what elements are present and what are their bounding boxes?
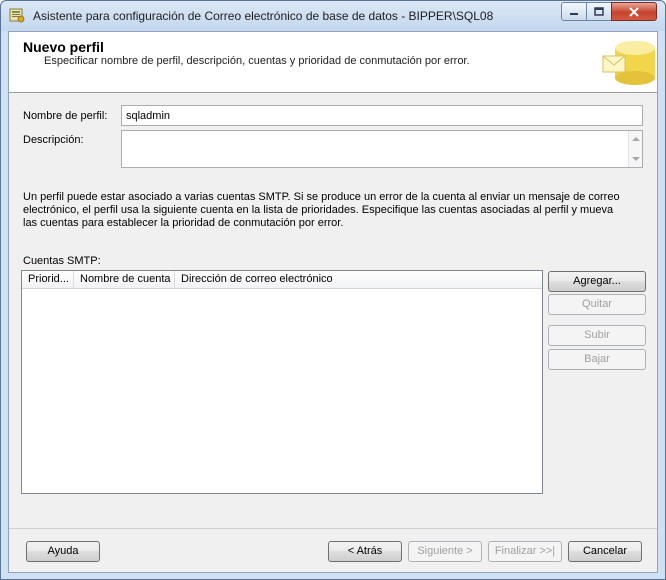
smtp-accounts-list[interactable]: Priorid... Nombre de cuenta Dirección de… (21, 270, 543, 494)
column-account-name[interactable]: Nombre de cuenta (74, 271, 175, 288)
list-header: Priorid... Nombre de cuenta Dirección de… (22, 271, 542, 289)
window-title: Asistente para configuración de Correo e… (33, 9, 494, 23)
maximize-button[interactable] (586, 2, 612, 21)
close-icon (629, 6, 639, 17)
profile-name-input[interactable] (121, 105, 643, 126)
column-priority[interactable]: Priorid... (22, 271, 74, 288)
wizard-window: Asistente para configuración de Correo e… (0, 0, 666, 580)
description-scrollbar[interactable] (628, 131, 642, 167)
wizard-header: Nuevo perfil Especificar nombre de perfi… (9, 32, 657, 93)
finish-button[interactable]: Finalizar >>| (488, 541, 562, 562)
profile-name-label: Nombre de perfil: (23, 110, 108, 122)
maximize-icon (594, 7, 604, 16)
close-button[interactable] (611, 2, 657, 21)
cancel-button[interactable]: Cancelar (568, 541, 642, 562)
title-bar[interactable]: Asistente para configuración de Correo e… (1, 1, 665, 31)
page-subtitle: Especificar nombre de perfil, descripció… (44, 55, 470, 67)
next-button[interactable]: Siguiente > (408, 541, 482, 562)
minimize-button[interactable] (561, 2, 587, 21)
move-up-button[interactable]: Subir (548, 325, 646, 346)
back-button[interactable]: < Atrás (328, 541, 402, 562)
wizard-body: Nuevo perfil Especificar nombre de perfi… (8, 31, 658, 573)
scroll-up-arrow-icon[interactable] (632, 137, 640, 141)
description-input[interactable] (121, 130, 643, 168)
help-button[interactable]: Ayuda (26, 541, 100, 562)
scroll-down-arrow-icon[interactable] (632, 157, 640, 161)
smtp-accounts-label: Cuentas SMTP: (23, 255, 101, 267)
database-mail-graphic-icon (602, 41, 655, 85)
move-down-button[interactable]: Bajar (548, 349, 646, 370)
remove-account-button[interactable]: Quitar (548, 294, 646, 315)
info-text: Un perfil puede estar asociado a varias … (23, 191, 620, 229)
minimize-icon (570, 12, 578, 15)
footer-divider (9, 528, 657, 529)
database-mail-app-icon (9, 8, 25, 23)
add-account-button[interactable]: Agregar... (548, 271, 646, 292)
description-label: Descripción: (23, 134, 84, 146)
page-title: Nuevo perfil (23, 39, 104, 55)
column-email-address[interactable]: Dirección de correo electrónico (175, 271, 542, 288)
